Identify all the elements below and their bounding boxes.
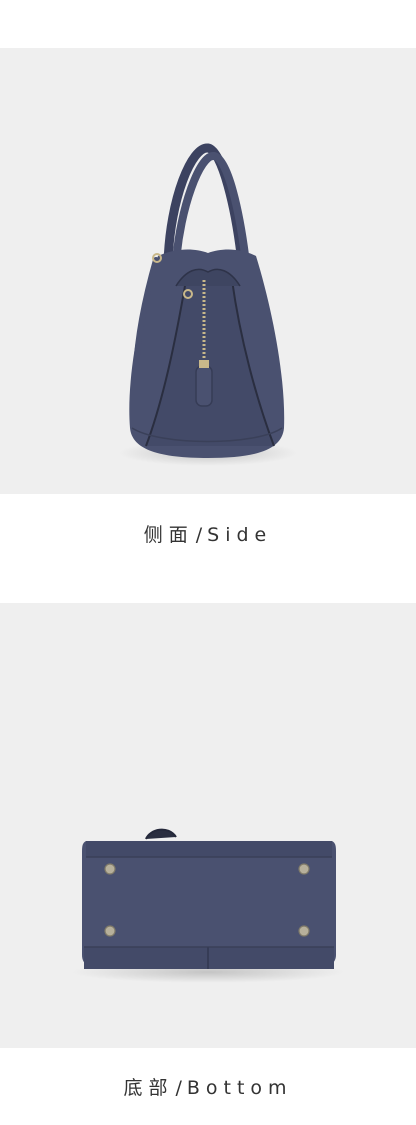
- metal-foot-top-right: [298, 863, 310, 875]
- bottom-view-photo: [0, 603, 416, 1048]
- metal-foot-bottom-right: [298, 925, 310, 937]
- bottom-caption: 底部 / Bottom: [0, 1073, 416, 1100]
- handle-peek: [145, 828, 177, 840]
- handbag-side-illustration: [129, 143, 285, 458]
- side-caption-en: Side: [207, 524, 273, 546]
- bottom-caption-cn: 底部: [123, 1077, 174, 1099]
- metal-foot-top-left: [104, 863, 116, 875]
- side-caption-cn: 侧面: [143, 524, 194, 546]
- top-edge-strip: [86, 841, 332, 857]
- caption-separator: /: [195, 524, 206, 546]
- caption-separator: /: [175, 1077, 185, 1099]
- bottom-caption-en: Bottom: [186, 1077, 293, 1099]
- metal-foot-bottom-left: [104, 925, 116, 937]
- zipper-slider: [199, 360, 209, 368]
- handbag-bottom-illustration: [82, 828, 336, 969]
- zipper-pull-tab: [195, 365, 213, 407]
- side-view-photo: [0, 48, 416, 494]
- side-caption: 侧面 / Side: [0, 520, 416, 547]
